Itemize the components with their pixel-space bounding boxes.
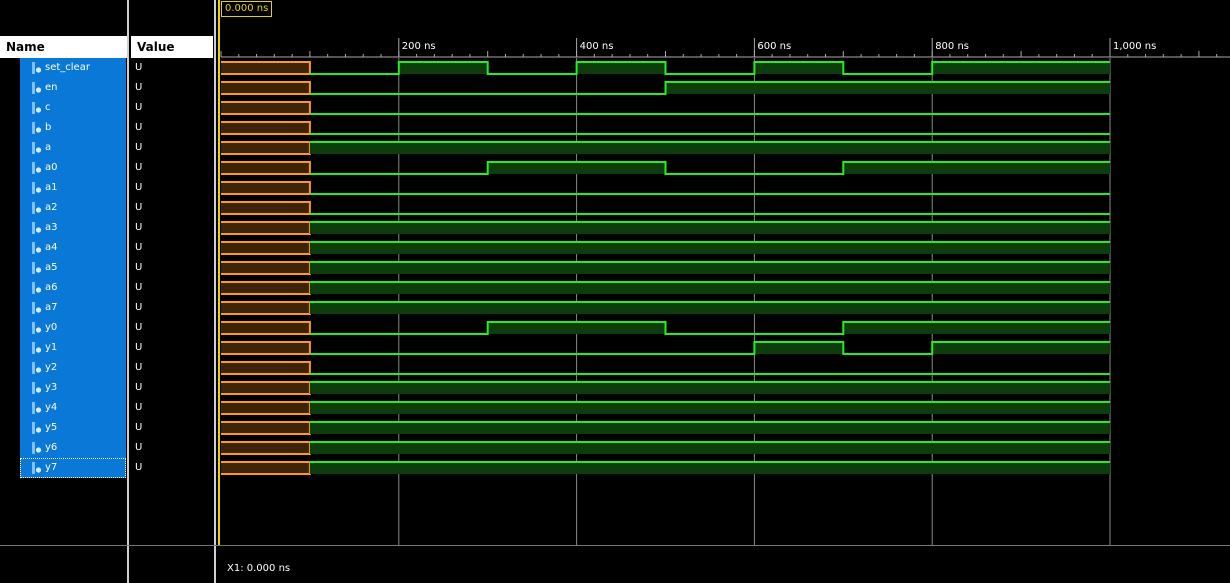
undefined-fill: [221, 362, 310, 374]
waveform-a6[interactable]: [221, 281, 1110, 295]
high-fill: [309, 462, 1110, 474]
tick-label: 400 ns: [580, 41, 614, 52]
tick-label: 200 ns: [402, 41, 436, 52]
undefined-fill: [221, 282, 310, 294]
high-fill: [398, 62, 488, 74]
undefined-fill: [221, 242, 310, 254]
waveform-en[interactable]: [221, 81, 1110, 95]
undefined-fill: [221, 182, 310, 194]
waveform-y1[interactable]: [221, 341, 1110, 355]
tick-label: 600 ns: [757, 41, 791, 52]
undefined-fill: [221, 322, 310, 334]
undefined-fill: [221, 102, 310, 114]
undefined-fill: [221, 142, 310, 154]
high-fill: [309, 262, 1110, 274]
undefined-fill: [221, 422, 310, 434]
high-fill: [754, 342, 844, 354]
waveform-a4[interactable]: [221, 241, 1110, 255]
undefined-fill: [221, 262, 310, 274]
waveform-y0[interactable]: [221, 321, 1110, 335]
tick-label: 1,000 ns: [1113, 41, 1156, 52]
waveform-b[interactable]: [221, 121, 1110, 135]
high-fill: [309, 142, 1110, 154]
high-fill: [576, 62, 666, 74]
waveform-a5[interactable]: [221, 261, 1110, 275]
undefined-fill: [221, 462, 310, 474]
high-fill: [665, 82, 1110, 94]
undefined-fill: [221, 222, 310, 234]
waveform-set_clear[interactable]: [221, 61, 1110, 75]
undefined-fill: [221, 202, 310, 214]
waveform-a0[interactable]: [221, 161, 1110, 175]
high-fill: [309, 302, 1110, 314]
undefined-fill: [221, 162, 310, 174]
undefined-fill: [221, 402, 310, 414]
waveform-a1[interactable]: [221, 181, 1110, 195]
undefined-fill: [221, 442, 310, 454]
high-fill: [843, 162, 1110, 174]
waveform-y6[interactable]: [221, 441, 1110, 455]
high-fill: [309, 422, 1110, 434]
high-fill: [309, 442, 1110, 454]
time-ruler[interactable]: 200 ns 400 ns 600 ns 800 ns 1,000 ns: [220, 38, 1230, 58]
bottom-separator: [0, 545, 1230, 546]
waveform-a2[interactable]: [221, 201, 1110, 215]
high-fill: [754, 62, 844, 74]
undefined-fill: [221, 122, 310, 134]
high-fill: [487, 322, 666, 334]
high-fill: [309, 382, 1110, 394]
waveform-a7[interactable]: [221, 301, 1110, 315]
undefined-fill: [221, 62, 310, 74]
waveform-y3[interactable]: [221, 381, 1110, 395]
high-fill: [309, 222, 1110, 234]
cursor-time-label[interactable]: 0.000 ns: [221, 1, 273, 17]
high-fill: [309, 282, 1110, 294]
waveform-c[interactable]: [221, 101, 1110, 115]
waveform-a3[interactable]: [221, 221, 1110, 235]
waveform-y2[interactable]: [221, 361, 1110, 375]
high-fill: [932, 342, 1110, 354]
undefined-fill: [221, 382, 310, 394]
high-fill: [843, 322, 1110, 334]
undefined-fill: [221, 82, 310, 94]
high-fill: [932, 62, 1110, 74]
high-fill: [487, 162, 666, 174]
tick-label: 800 ns: [935, 41, 969, 52]
cursor-readout: X1: 0.000 ns: [227, 563, 291, 574]
waveform-y5[interactable]: [221, 421, 1110, 435]
waveform-y4[interactable]: [221, 401, 1110, 415]
high-fill: [309, 402, 1110, 414]
high-fill: [309, 242, 1110, 254]
waveform-canvas[interactable]: 200 ns 400 ns 600 ns 800 ns 1,000 ns: [0, 0, 1230, 583]
waveform-y7[interactable]: [221, 461, 1110, 475]
waveform-a[interactable]: [221, 141, 1110, 155]
undefined-fill: [221, 302, 310, 314]
undefined-fill: [221, 342, 310, 354]
